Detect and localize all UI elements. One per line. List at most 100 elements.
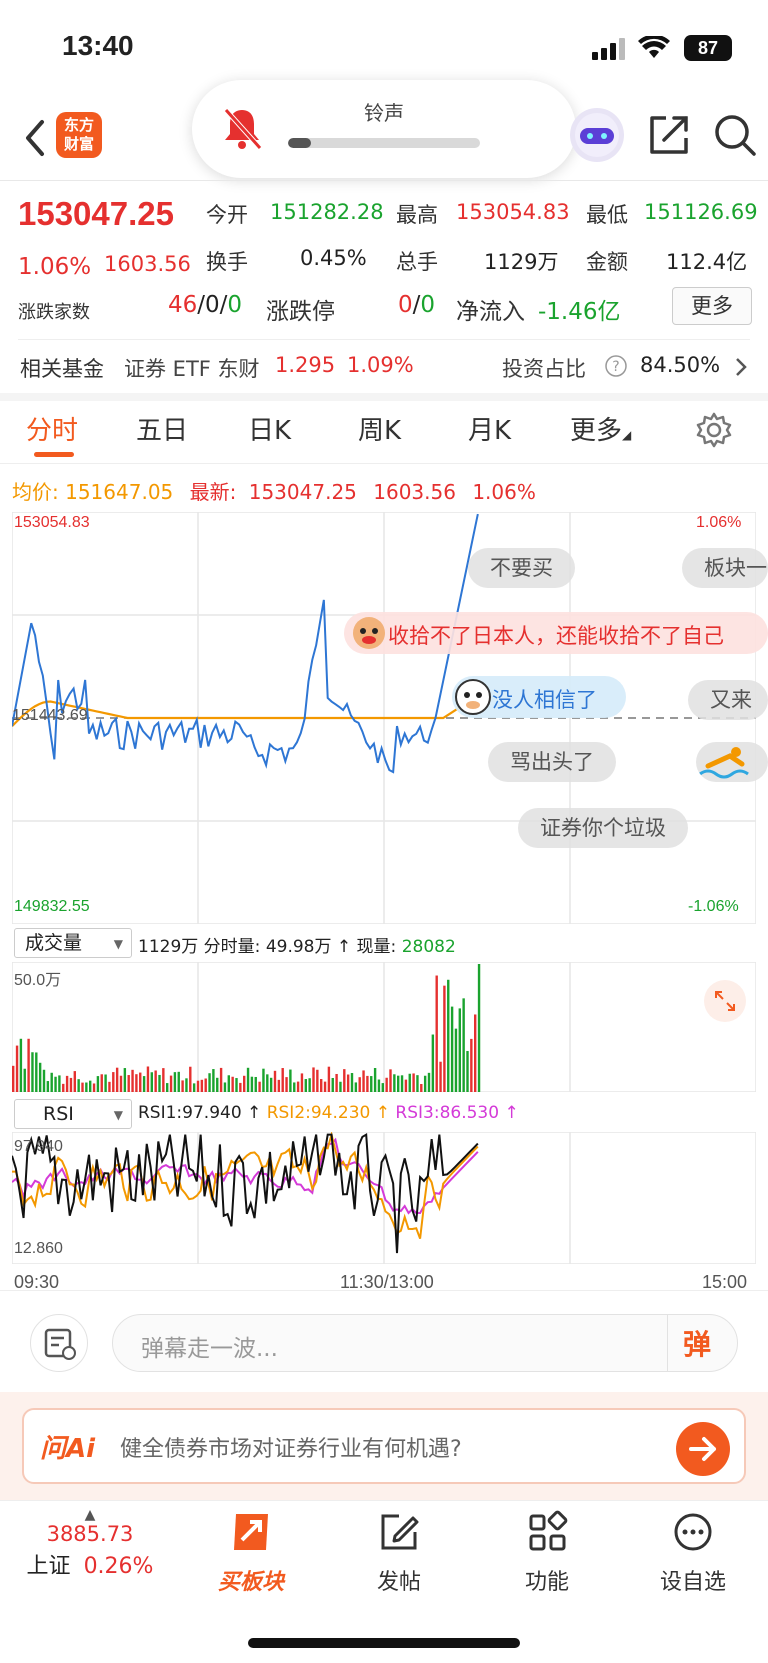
settings-gear-icon[interactable] bbox=[694, 410, 734, 450]
fund-change: 1.09% bbox=[347, 353, 414, 377]
volume-bar bbox=[200, 1079, 204, 1092]
help-icon[interactable]: ? bbox=[604, 354, 628, 378]
volume-bar bbox=[62, 1083, 65, 1092]
volume-bar bbox=[296, 1081, 300, 1092]
nav-functions[interactable]: 功能 bbox=[492, 1510, 602, 1596]
search-icon[interactable] bbox=[712, 112, 758, 158]
nav-buy-sector[interactable]: 买板块 bbox=[196, 1510, 306, 1596]
volume-bar bbox=[308, 1078, 311, 1092]
tab-more[interactable]: 更多◢ bbox=[570, 410, 631, 447]
volume-bar bbox=[135, 1074, 138, 1092]
tab-monthly-k[interactable]: 月K bbox=[468, 410, 511, 447]
danmaku-bubble[interactable]: 板块一 bbox=[682, 548, 768, 588]
volume-value: 1129万 bbox=[484, 250, 559, 274]
ai-question-bar[interactable]: 问Ai 健全债券市场对证券行业有何机遇? bbox=[22, 1408, 746, 1484]
volume-total: 1129万 bbox=[138, 937, 199, 957]
avg-label: 均价: bbox=[12, 480, 59, 504]
danmaku-bubble[interactable]: 又来 bbox=[688, 680, 768, 720]
tab-five-day[interactable]: 五日 bbox=[136, 410, 188, 447]
rsi-indicator-select[interactable]: RSI ▼ bbox=[14, 1099, 132, 1129]
rsi-summary: RSI1:97.940 ↑ RSI2:94.230 ↑ RSI3:86.530 … bbox=[138, 1103, 519, 1123]
volume-chart[interactable] bbox=[12, 962, 756, 1092]
volume-bar bbox=[100, 1074, 103, 1092]
volume-bar bbox=[142, 1076, 146, 1092]
nav-add-watchlist[interactable]: 设自选 bbox=[638, 1510, 748, 1596]
volume-bar bbox=[127, 1075, 130, 1092]
volume-indicator-select[interactable]: 成交量 ▼ bbox=[14, 928, 132, 958]
grid-icon bbox=[529, 1510, 568, 1551]
turnover-value: 0.45% bbox=[300, 246, 367, 270]
share-icon[interactable] bbox=[646, 112, 692, 158]
volume-bar bbox=[31, 1052, 34, 1092]
change-percent: 1.06% bbox=[18, 254, 92, 280]
ringer-title: 铃声 bbox=[364, 101, 404, 125]
danmaku-bubble-blue[interactable]: 没人相信了 bbox=[452, 676, 626, 718]
up-count: 46 bbox=[168, 292, 198, 318]
tab-daily-k[interactable]: 日K bbox=[248, 410, 291, 447]
volume-bar bbox=[408, 1073, 411, 1092]
index-quote[interactable]: ▲ 3885.73 上证 0.26% bbox=[20, 1508, 160, 1580]
danmaku-highlight-bubble[interactable]: 收拾不了日本人，还能收拾不了自己 bbox=[344, 612, 768, 654]
y-axis-prev-close: 151443.69 bbox=[12, 707, 88, 724]
rsi-chart[interactable] bbox=[12, 1132, 756, 1264]
volume-bar bbox=[335, 1073, 338, 1092]
home-indicator bbox=[248, 1638, 520, 1648]
danmu-input[interactable]: 弹幕走一波... 弹 bbox=[112, 1314, 738, 1372]
danmaku-bubble[interactable]: 骂出头了 bbox=[488, 742, 616, 782]
volume-bar bbox=[385, 1077, 388, 1092]
volume-bar bbox=[262, 1068, 265, 1092]
volume-bar bbox=[58, 1075, 61, 1092]
volume-bar bbox=[196, 1080, 200, 1092]
tab-intraday[interactable]: 分时 bbox=[26, 410, 78, 447]
compose-icon bbox=[381, 1514, 419, 1550]
volume-bar bbox=[400, 1075, 404, 1092]
status-time: 13:40 bbox=[62, 30, 134, 61]
ai-send-button[interactable] bbox=[676, 1422, 730, 1476]
volume-bar bbox=[427, 1072, 431, 1092]
danmu-settings-button[interactable] bbox=[30, 1314, 88, 1372]
volume-bar bbox=[435, 975, 438, 1092]
volume-bar bbox=[447, 979, 450, 1092]
volume-bar bbox=[81, 1082, 84, 1092]
amount-label: 金额 bbox=[586, 250, 628, 274]
expand-button[interactable] bbox=[704, 980, 746, 1022]
volume-bar bbox=[42, 1069, 46, 1092]
amount-value: 112.4亿 bbox=[666, 250, 748, 274]
volume-bar bbox=[27, 1038, 30, 1092]
tab-weekly-k[interactable]: 周K bbox=[358, 410, 401, 447]
volume-bar bbox=[362, 1070, 365, 1092]
volume-bar bbox=[89, 1080, 92, 1092]
intraday-price-chart[interactable] bbox=[12, 512, 756, 924]
volume-bar bbox=[158, 1074, 161, 1092]
limit-up-count: 0 bbox=[398, 292, 413, 318]
volume-bar bbox=[254, 1076, 257, 1092]
current-volume-label: 现量: bbox=[356, 937, 397, 957]
danmaku-bubble[interactable]: 不要买 bbox=[468, 548, 575, 588]
volume-bar bbox=[470, 1038, 473, 1092]
app-logo[interactable]: 东方 财富 bbox=[56, 112, 102, 158]
active-tab-indicator bbox=[34, 452, 74, 457]
ai-robot-icon[interactable] bbox=[570, 108, 624, 162]
volume-bar bbox=[458, 1008, 461, 1092]
volume-bar bbox=[119, 1075, 123, 1092]
volume-bar bbox=[389, 1069, 392, 1092]
swimmer-emoji-bubble[interactable] bbox=[696, 742, 768, 782]
volume-summary: 1129万 分时量: 49.98万 ↑ 现量: 28082 bbox=[138, 937, 456, 957]
volume-bar bbox=[269, 1077, 273, 1092]
open-value: 151282.28 bbox=[270, 200, 384, 224]
rsi2-value: RSI2:94.230 ↑ bbox=[266, 1103, 390, 1123]
back-icon[interactable] bbox=[16, 112, 56, 164]
more-button[interactable]: 更多 bbox=[672, 287, 752, 325]
danmaku-bubble[interactable]: 证券你个垃圾 bbox=[518, 808, 688, 848]
volume-bar bbox=[450, 1006, 454, 1092]
pct-axis-min: -1.06% bbox=[688, 898, 739, 915]
danmu-send-button[interactable]: 弹 bbox=[683, 1323, 711, 1363]
minute-volume-value: 49.98万 bbox=[265, 937, 332, 957]
related-fund-row[interactable]: 相关基金 证券 ETF 东财 1.295 1.09% 投资占比 ? 84.50% bbox=[0, 340, 768, 392]
divider bbox=[667, 1315, 668, 1371]
volume-bar bbox=[15, 1045, 19, 1092]
more-dots-icon bbox=[674, 1513, 712, 1551]
volume-bar bbox=[46, 1081, 50, 1092]
nav-post[interactable]: 发帖 bbox=[344, 1510, 454, 1596]
updown-count-label: 涨跌家数 bbox=[18, 302, 90, 323]
